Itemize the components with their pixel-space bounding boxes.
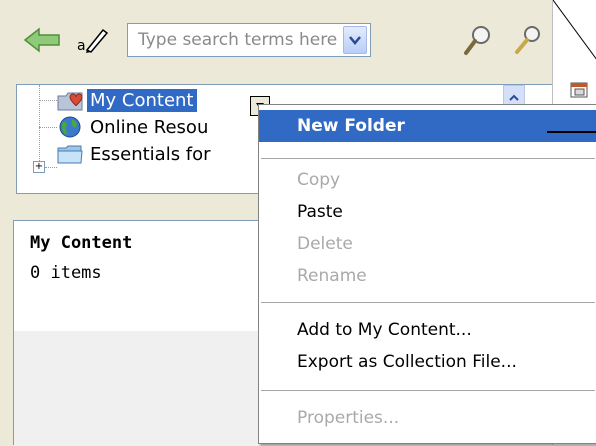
folder-icon	[57, 145, 83, 164]
menu-item-properties[interactable]: Properties...	[259, 402, 596, 434]
chevron-up-icon	[509, 94, 519, 101]
tree-guide	[39, 100, 57, 101]
menu-separator	[261, 158, 595, 159]
back-button[interactable]	[22, 25, 62, 55]
pen-icon: a	[77, 28, 109, 54]
menu-item-copy[interactable]: Copy	[259, 164, 596, 196]
menu-item-delete[interactable]: Delete	[259, 228, 596, 260]
search-placeholder: Type search terms here	[138, 30, 338, 50]
advanced-search-button[interactable]	[510, 22, 546, 58]
folder-with-heart-icon	[57, 92, 83, 111]
content-item-count: 0 items	[30, 263, 102, 283]
toolbar: a Type search terms here	[0, 0, 552, 80]
green-left-arrow-icon	[23, 27, 60, 53]
magnifier-icon	[464, 26, 490, 55]
expand-icon[interactable]: +	[33, 161, 45, 173]
globe-icon	[59, 116, 81, 138]
tree-guide	[39, 85, 40, 167]
tree-item-essentials[interactable]: Essentials for	[57, 141, 214, 167]
window-icon[interactable]	[569, 80, 591, 102]
menu-item-export-collection[interactable]: Export as Collection File...	[259, 346, 596, 378]
menu-item-paste[interactable]: Paste	[259, 196, 596, 228]
tree-guide	[45, 167, 57, 168]
tree-item-online-resources[interactable]: Online Resou	[57, 114, 211, 140]
tree-item-label: Online Resou	[90, 116, 209, 138]
tree-item-label: Essentials for	[90, 143, 211, 165]
search-input[interactable]: Type search terms here	[127, 23, 371, 57]
menu-item-underline	[547, 131, 596, 133]
menu-separator	[261, 302, 595, 303]
tree-guide	[39, 127, 57, 128]
tree-item-label: My Content	[87, 88, 197, 112]
context-menu: New Folder Copy Paste Delete Rename Add …	[258, 104, 596, 444]
menu-separator	[261, 390, 595, 391]
menu-item-rename[interactable]: Rename	[259, 260, 596, 292]
search-button[interactable]	[460, 22, 496, 58]
menu-item-add-to-my-content[interactable]: Add to My Content...	[259, 314, 596, 346]
edit-button[interactable]: a	[72, 25, 112, 55]
search-dropdown-button[interactable]	[343, 26, 367, 54]
chevron-down-icon	[349, 36, 361, 45]
content-title: My Content	[30, 233, 133, 253]
svg-text:a: a	[77, 38, 86, 54]
magnifier-pen-icon	[515, 26, 540, 54]
diagonal-line	[553, 0, 596, 60]
tree-item-my-content[interactable]: My Content	[57, 87, 197, 113]
menu-item-new-folder[interactable]: New Folder	[259, 110, 596, 142]
